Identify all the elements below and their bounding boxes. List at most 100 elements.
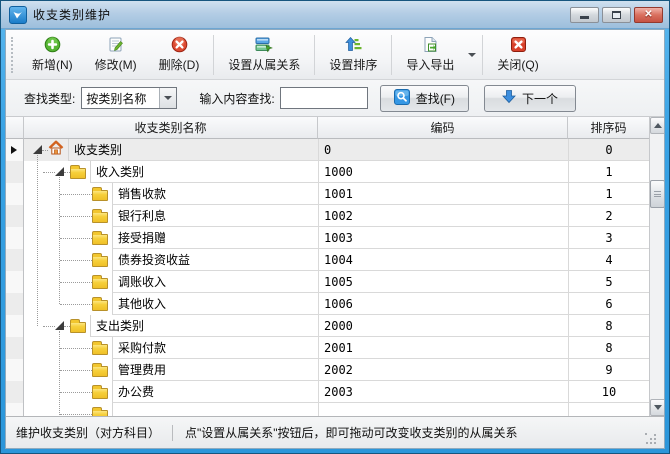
category-name-cell: 收支类别 [68, 139, 318, 161]
add-icon [44, 36, 61, 53]
row-selector[interactable] [6, 205, 24, 227]
header-category-name[interactable]: 收支类别名称 [24, 117, 318, 139]
sort-order-icon [345, 36, 362, 53]
tree-connector-line [59, 177, 60, 304]
resize-grip[interactable] [645, 433, 658, 446]
folder-icon [92, 278, 108, 289]
code-cell: 2001 [318, 337, 568, 359]
toolbar-separator [213, 35, 214, 75]
scroll-down-button[interactable] [650, 399, 664, 416]
delete-button-label: 删除(D) [159, 56, 200, 73]
table-row[interactable]: 管理费用 2002 9 [6, 359, 649, 381]
code-cell: 1002 [318, 205, 568, 227]
scrollbar-thumb[interactable] [650, 180, 664, 208]
scrollbar-track[interactable] [650, 134, 664, 399]
table-row[interactable]: 接受捐赠 1003 3 [6, 227, 649, 249]
set-hierarchy-button[interactable]: 设置从属关系 [217, 32, 311, 78]
hierarchy-icon [255, 36, 273, 53]
row-selector[interactable] [6, 337, 24, 359]
scroll-up-button[interactable] [650, 117, 664, 134]
tree-indent [24, 359, 112, 381]
vertical-scrollbar[interactable] [649, 117, 664, 416]
find-button[interactable]: 查找(F) [380, 85, 469, 112]
row-selector[interactable] [6, 381, 24, 403]
grid-header: 收支类别名称 编码 排序码 [6, 117, 649, 139]
expand-collapse-icon[interactable] [55, 167, 64, 176]
edit-button[interactable]: 修改(M) [84, 32, 148, 78]
code-cell: 1005 [318, 271, 568, 293]
window-controls: ✕ [570, 7, 663, 23]
category-name-cell [112, 403, 318, 416]
set-sort-button-label: 设置排序 [329, 56, 377, 73]
table-row[interactable]: 收入类别 1000 1 [6, 161, 649, 183]
row-selector[interactable] [6, 403, 24, 416]
row-selector[interactable] [6, 161, 24, 183]
delete-icon [171, 36, 188, 53]
folder-icon [92, 344, 108, 355]
header-code[interactable]: 编码 [318, 117, 568, 139]
toolbar-grip[interactable] [11, 37, 16, 73]
search-type-value: 按类别名称 [82, 90, 159, 107]
row-selector[interactable] [6, 315, 24, 337]
row-selector[interactable] [6, 271, 24, 293]
search-content-label: 输入内容查找: [199, 90, 274, 107]
table-row[interactable]: 支出类别 2000 8 [6, 315, 649, 337]
row-selector[interactable] [6, 183, 24, 205]
sort-code-cell: 1 [568, 183, 649, 205]
code-cell [318, 403, 568, 416]
row-selector[interactable] [6, 249, 24, 271]
table-row[interactable]: 银行利息 1002 2 [6, 205, 649, 227]
tree-indent [24, 315, 90, 337]
find-button-label: 查找(F) [416, 90, 455, 107]
close-window-button[interactable]: 关闭(Q) [486, 32, 549, 78]
row-selector[interactable] [6, 359, 24, 381]
table-row[interactable]: 债券投资收益 1004 4 [6, 249, 649, 271]
row-selector[interactable] [6, 139, 24, 161]
next-button[interactable]: 下一个 [484, 85, 576, 112]
search-type-label: 查找类型: [24, 90, 75, 107]
category-name-cell: 债券投资收益 [112, 249, 318, 271]
close-button[interactable]: ✕ [634, 7, 663, 23]
import-export-dropdown[interactable] [465, 32, 479, 78]
expand-collapse-icon[interactable] [33, 145, 42, 154]
arrow-up-icon [654, 123, 662, 128]
header-sort-code[interactable]: 排序码 [568, 117, 649, 139]
code-cell: 1000 [318, 161, 568, 183]
table-row[interactable]: 其他收入 1006 6 [6, 293, 649, 315]
expand-collapse-icon[interactable] [55, 321, 64, 330]
table-row[interactable]: 销售收款 1001 1 [6, 183, 649, 205]
row-selector[interactable] [6, 227, 24, 249]
category-name-cell: 管理费用 [112, 359, 318, 381]
tree-connector-line [37, 155, 38, 326]
folder-icon [92, 234, 108, 245]
arrow-down-icon [654, 405, 662, 410]
table-row[interactable]: 收支类别 0 0 [6, 139, 649, 161]
add-button[interactable]: 新增(N) [21, 32, 84, 78]
set-sort-button[interactable]: 设置排序 [318, 32, 388, 78]
chevron-down-icon [164, 96, 172, 100]
combo-dropdown-button[interactable] [159, 88, 176, 108]
category-tree-grid: 收支类别名称 编码 排序码 收支类别 0 0 [6, 117, 664, 417]
table-row[interactable]: 调账收入 1005 5 [6, 271, 649, 293]
tree-connector-stub [43, 326, 55, 327]
toolbar-separator [391, 35, 392, 75]
status-hint-text: 点"设置从属关系"按钮后，即可拖动可改变收支类别的从属关系 [185, 424, 518, 441]
search-bar: 查找类型: 按类别名称 输入内容查找: 查找(F) 下一个 [6, 80, 664, 117]
category-name-cell: 银行利息 [112, 205, 318, 227]
code-cell: 1004 [318, 249, 568, 271]
app-window: 收支类别维护 ✕ 新增(N) 修改(M) [0, 0, 670, 454]
delete-button[interactable]: 删除(D) [148, 32, 211, 78]
table-row[interactable]: 采购付款 2001 8 [6, 337, 649, 359]
folder-icon [92, 212, 108, 223]
category-name-cell: 销售收款 [112, 183, 318, 205]
tree-connector-stub [43, 172, 55, 173]
table-row[interactable] [6, 403, 649, 416]
import-export-button[interactable]: 导入导出 [395, 32, 465, 78]
tree-connector-stub [60, 348, 92, 349]
table-row[interactable]: 办公费 2003 10 [6, 381, 649, 403]
minimize-button[interactable] [570, 7, 599, 23]
row-selector[interactable] [6, 293, 24, 315]
search-input[interactable] [280, 87, 368, 109]
maximize-button[interactable] [602, 7, 631, 23]
search-type-select[interactable]: 按类别名称 [81, 87, 177, 109]
